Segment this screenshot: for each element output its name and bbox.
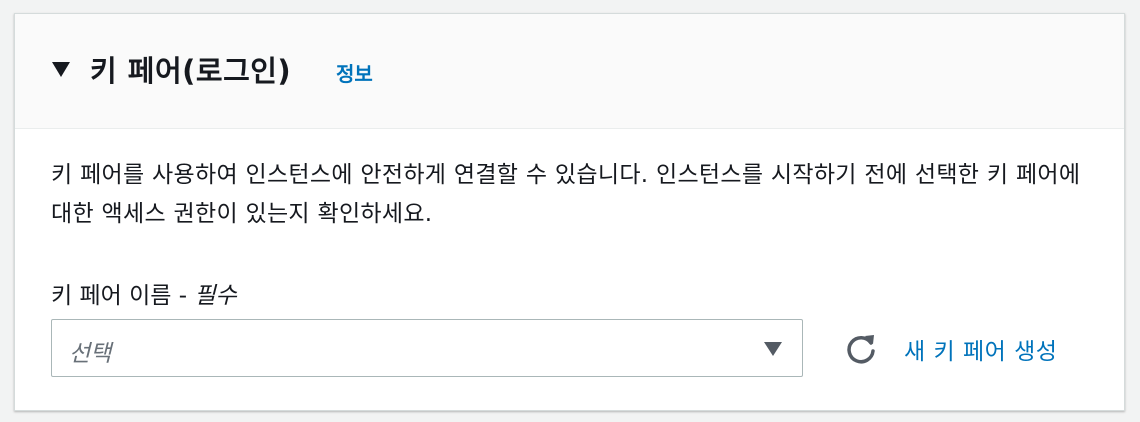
select-placeholder: 선택 [69,341,112,367]
key-pair-panel: 키 페어(로그인) 정보 키 페어를 사용하여 인스턴스에 안전하게 연결할 수… [14,13,1125,411]
key-pair-select[interactable]: 선택 [51,319,803,377]
section-title: 키 페어(로그인) [90,54,292,88]
dropdown-caret-icon [764,342,782,356]
key-pair-name-label-text: 키 페어 이름 - [51,283,195,309]
key-pair-name-label: 키 페어 이름 - 필수 [51,276,237,310]
info-link[interactable]: 정보 [336,58,373,87]
required-indicator: 필수 [194,283,237,309]
panel-header[interactable]: 키 페어(로그인) 정보 [15,14,1124,129]
refresh-icon[interactable] [844,332,878,366]
collapse-caret-icon[interactable] [52,62,70,77]
create-key-pair-link[interactable]: 새 키 페어 생성 [904,332,1057,366]
section-description: 키 페어를 사용하여 인스턴스에 안전하게 연결할 수 있습니다. 인스턴스를 … [51,162,1081,227]
